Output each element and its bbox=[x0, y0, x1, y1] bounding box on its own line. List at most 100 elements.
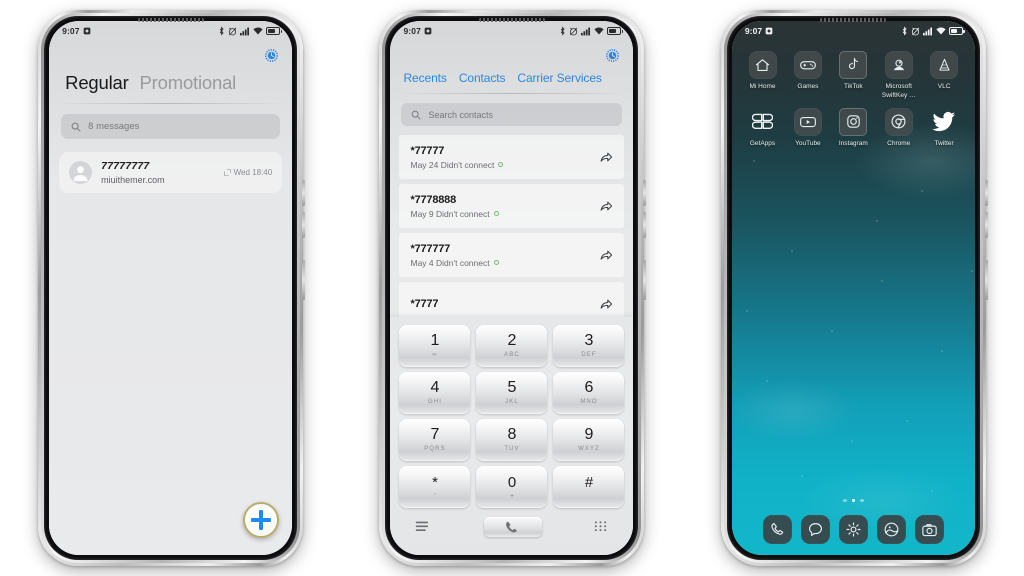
share-arrow-icon[interactable] bbox=[599, 248, 613, 262]
call-log-row[interactable]: *777777 May 4 Didn't connect bbox=[399, 233, 625, 277]
dialpad-key-5[interactable]: 5 JKL bbox=[476, 372, 548, 414]
app-getapps[interactable]: GetApps bbox=[740, 108, 785, 149]
app-microsoft-swiftkey[interactable]: Microsoft SwiftKey … bbox=[876, 51, 921, 101]
key-digit: 3 bbox=[584, 332, 594, 349]
volume-up-button[interactable] bbox=[984, 180, 988, 206]
call-button[interactable] bbox=[483, 517, 542, 537]
settings-gear-button[interactable] bbox=[264, 48, 279, 68]
phones-showcase: 9:07 Regular Promotional 8 messages 7777… bbox=[0, 0, 1024, 576]
dock-gallery-button[interactable] bbox=[876, 515, 906, 544]
key-digit: 2 bbox=[507, 332, 517, 349]
call-info: *7778888 May 9 Didn't connect bbox=[410, 194, 591, 219]
search-icon bbox=[71, 122, 81, 132]
plus-icon-vertical bbox=[259, 510, 263, 530]
page-dot-active[interactable] bbox=[851, 498, 856, 502]
tab-carrier-services[interactable]: Carrier Services bbox=[517, 71, 602, 85]
key-digit: * bbox=[432, 473, 438, 491]
app-instagram[interactable]: Instagram bbox=[831, 107, 876, 149]
call-log-list-icon[interactable] bbox=[415, 520, 432, 534]
tab-regular[interactable]: Regular bbox=[65, 72, 129, 94]
dialpad-key-7[interactable]: 7 PQRS bbox=[399, 419, 471, 461]
app-chrome[interactable]: Chrome bbox=[876, 107, 921, 149]
app-label: YouTube bbox=[795, 139, 821, 147]
message-filter-tabs: Regular Promotional bbox=[49, 68, 292, 103]
earpiece-speaker bbox=[820, 18, 887, 22]
dock-phone-button[interactable] bbox=[762, 515, 792, 544]
app-vlc[interactable]: VLC bbox=[921, 51, 966, 101]
gallery-icon bbox=[884, 522, 899, 537]
search-messages-bar[interactable]: 8 messages bbox=[61, 114, 281, 139]
key-letters: ∞ bbox=[432, 352, 438, 358]
getapps-quad-icon bbox=[749, 108, 777, 136]
bluetooth-icon bbox=[901, 26, 908, 36]
volume-down-button[interactable] bbox=[984, 212, 988, 238]
share-arrow-icon[interactable] bbox=[599, 150, 613, 164]
call-info: *77777 May 24 Didn't connect bbox=[410, 145, 591, 170]
power-button[interactable] bbox=[984, 260, 988, 300]
dialpad-key-4[interactable]: 4 GHI bbox=[399, 372, 471, 414]
keypad-grid-icon[interactable] bbox=[593, 520, 608, 534]
message-time: Wed 18:40 bbox=[233, 168, 273, 177]
dnd-square-icon bbox=[424, 27, 432, 35]
call-log-row[interactable]: *77777 May 24 Didn't connect bbox=[399, 135, 625, 179]
phone-handset-icon bbox=[771, 522, 784, 535]
dialpad-key-0[interactable]: 0 + bbox=[476, 466, 548, 508]
app-label: Games bbox=[797, 83, 819, 90]
search-icon bbox=[411, 110, 422, 120]
tab-promotional[interactable]: Promotional bbox=[140, 72, 237, 94]
search-contacts-bar[interactable]: Search contacts bbox=[401, 103, 623, 126]
twitter-bird-icon bbox=[930, 108, 958, 136]
key-letters: ABC bbox=[504, 352, 520, 358]
dialpad-key-hash[interactable]: # bbox=[553, 466, 625, 508]
app-mi-home[interactable]: Mi Home bbox=[740, 51, 785, 101]
dock-camera-button[interactable] bbox=[914, 515, 944, 544]
signal-bars-icon bbox=[581, 27, 591, 36]
volume-down-button[interactable] bbox=[643, 212, 647, 238]
dialpad-key-8[interactable]: 8 TUV bbox=[476, 419, 548, 461]
key-letters: WXYZ bbox=[578, 446, 600, 452]
header-divider bbox=[396, 93, 628, 94]
app-label: Instagram bbox=[838, 139, 868, 147]
bluetooth-icon bbox=[559, 26, 566, 36]
volume-down-button[interactable] bbox=[302, 212, 306, 238]
app-tiktok[interactable]: TikTok bbox=[831, 51, 876, 101]
page-dot[interactable] bbox=[843, 498, 847, 502]
message-list-item[interactable]: 77777777 miuithemer.com Wed 18:40 bbox=[59, 152, 283, 193]
swiftkey-icon bbox=[884, 51, 913, 79]
phone-device-messages: 9:07 Regular Promotional 8 messages 7777… bbox=[38, 10, 306, 566]
dialpad-key-6[interactable]: 6 MNO bbox=[553, 372, 625, 414]
app-twitter[interactable]: Twitter bbox=[921, 108, 966, 149]
power-button[interactable] bbox=[302, 260, 306, 300]
dialpad-key-2[interactable]: 2 ABC bbox=[476, 325, 548, 367]
page-dot[interactable] bbox=[860, 498, 864, 502]
tab-contacts[interactable]: Contacts bbox=[459, 71, 506, 85]
dnd-square-icon bbox=[83, 27, 91, 35]
status-bar-left: 9:07 bbox=[62, 26, 90, 36]
dialpad-key-1[interactable]: 1 ∞ bbox=[399, 325, 471, 367]
message-meta: Wed 18:40 bbox=[223, 168, 273, 177]
gamepad-icon bbox=[793, 51, 822, 79]
share-arrow-icon[interactable] bbox=[599, 199, 613, 213]
volume-up-button[interactable] bbox=[302, 180, 306, 206]
dialpad-key-star[interactable]: * ' bbox=[399, 466, 471, 508]
share-arrow-icon[interactable] bbox=[599, 297, 613, 311]
dock-messages-button[interactable] bbox=[800, 515, 830, 544]
dialpad-key-3[interactable]: 3 DEF bbox=[553, 325, 625, 367]
call-log-row[interactable]: *7778888 May 9 Didn't connect bbox=[399, 184, 625, 228]
new-message-fab[interactable] bbox=[243, 502, 280, 538]
dock-settings-button[interactable] bbox=[838, 515, 868, 544]
app-youtube[interactable]: YouTube bbox=[785, 107, 830, 149]
settings-gear-button[interactable] bbox=[605, 48, 620, 68]
app-games[interactable]: Games bbox=[785, 51, 830, 101]
dialpad-key-9[interactable]: 9 WXYZ bbox=[553, 419, 625, 461]
page-indicator bbox=[732, 498, 975, 502]
header-divider bbox=[55, 103, 287, 104]
earpiece-speaker bbox=[478, 18, 545, 22]
volume-up-button[interactable] bbox=[643, 180, 647, 206]
instagram-camera-icon bbox=[839, 107, 868, 136]
status-bar-right bbox=[559, 26, 624, 36]
status-time: 9:07 bbox=[62, 26, 80, 36]
power-button[interactable] bbox=[643, 260, 647, 300]
tab-recents[interactable]: Recents bbox=[403, 71, 446, 85]
contact-avatar bbox=[69, 161, 93, 184]
